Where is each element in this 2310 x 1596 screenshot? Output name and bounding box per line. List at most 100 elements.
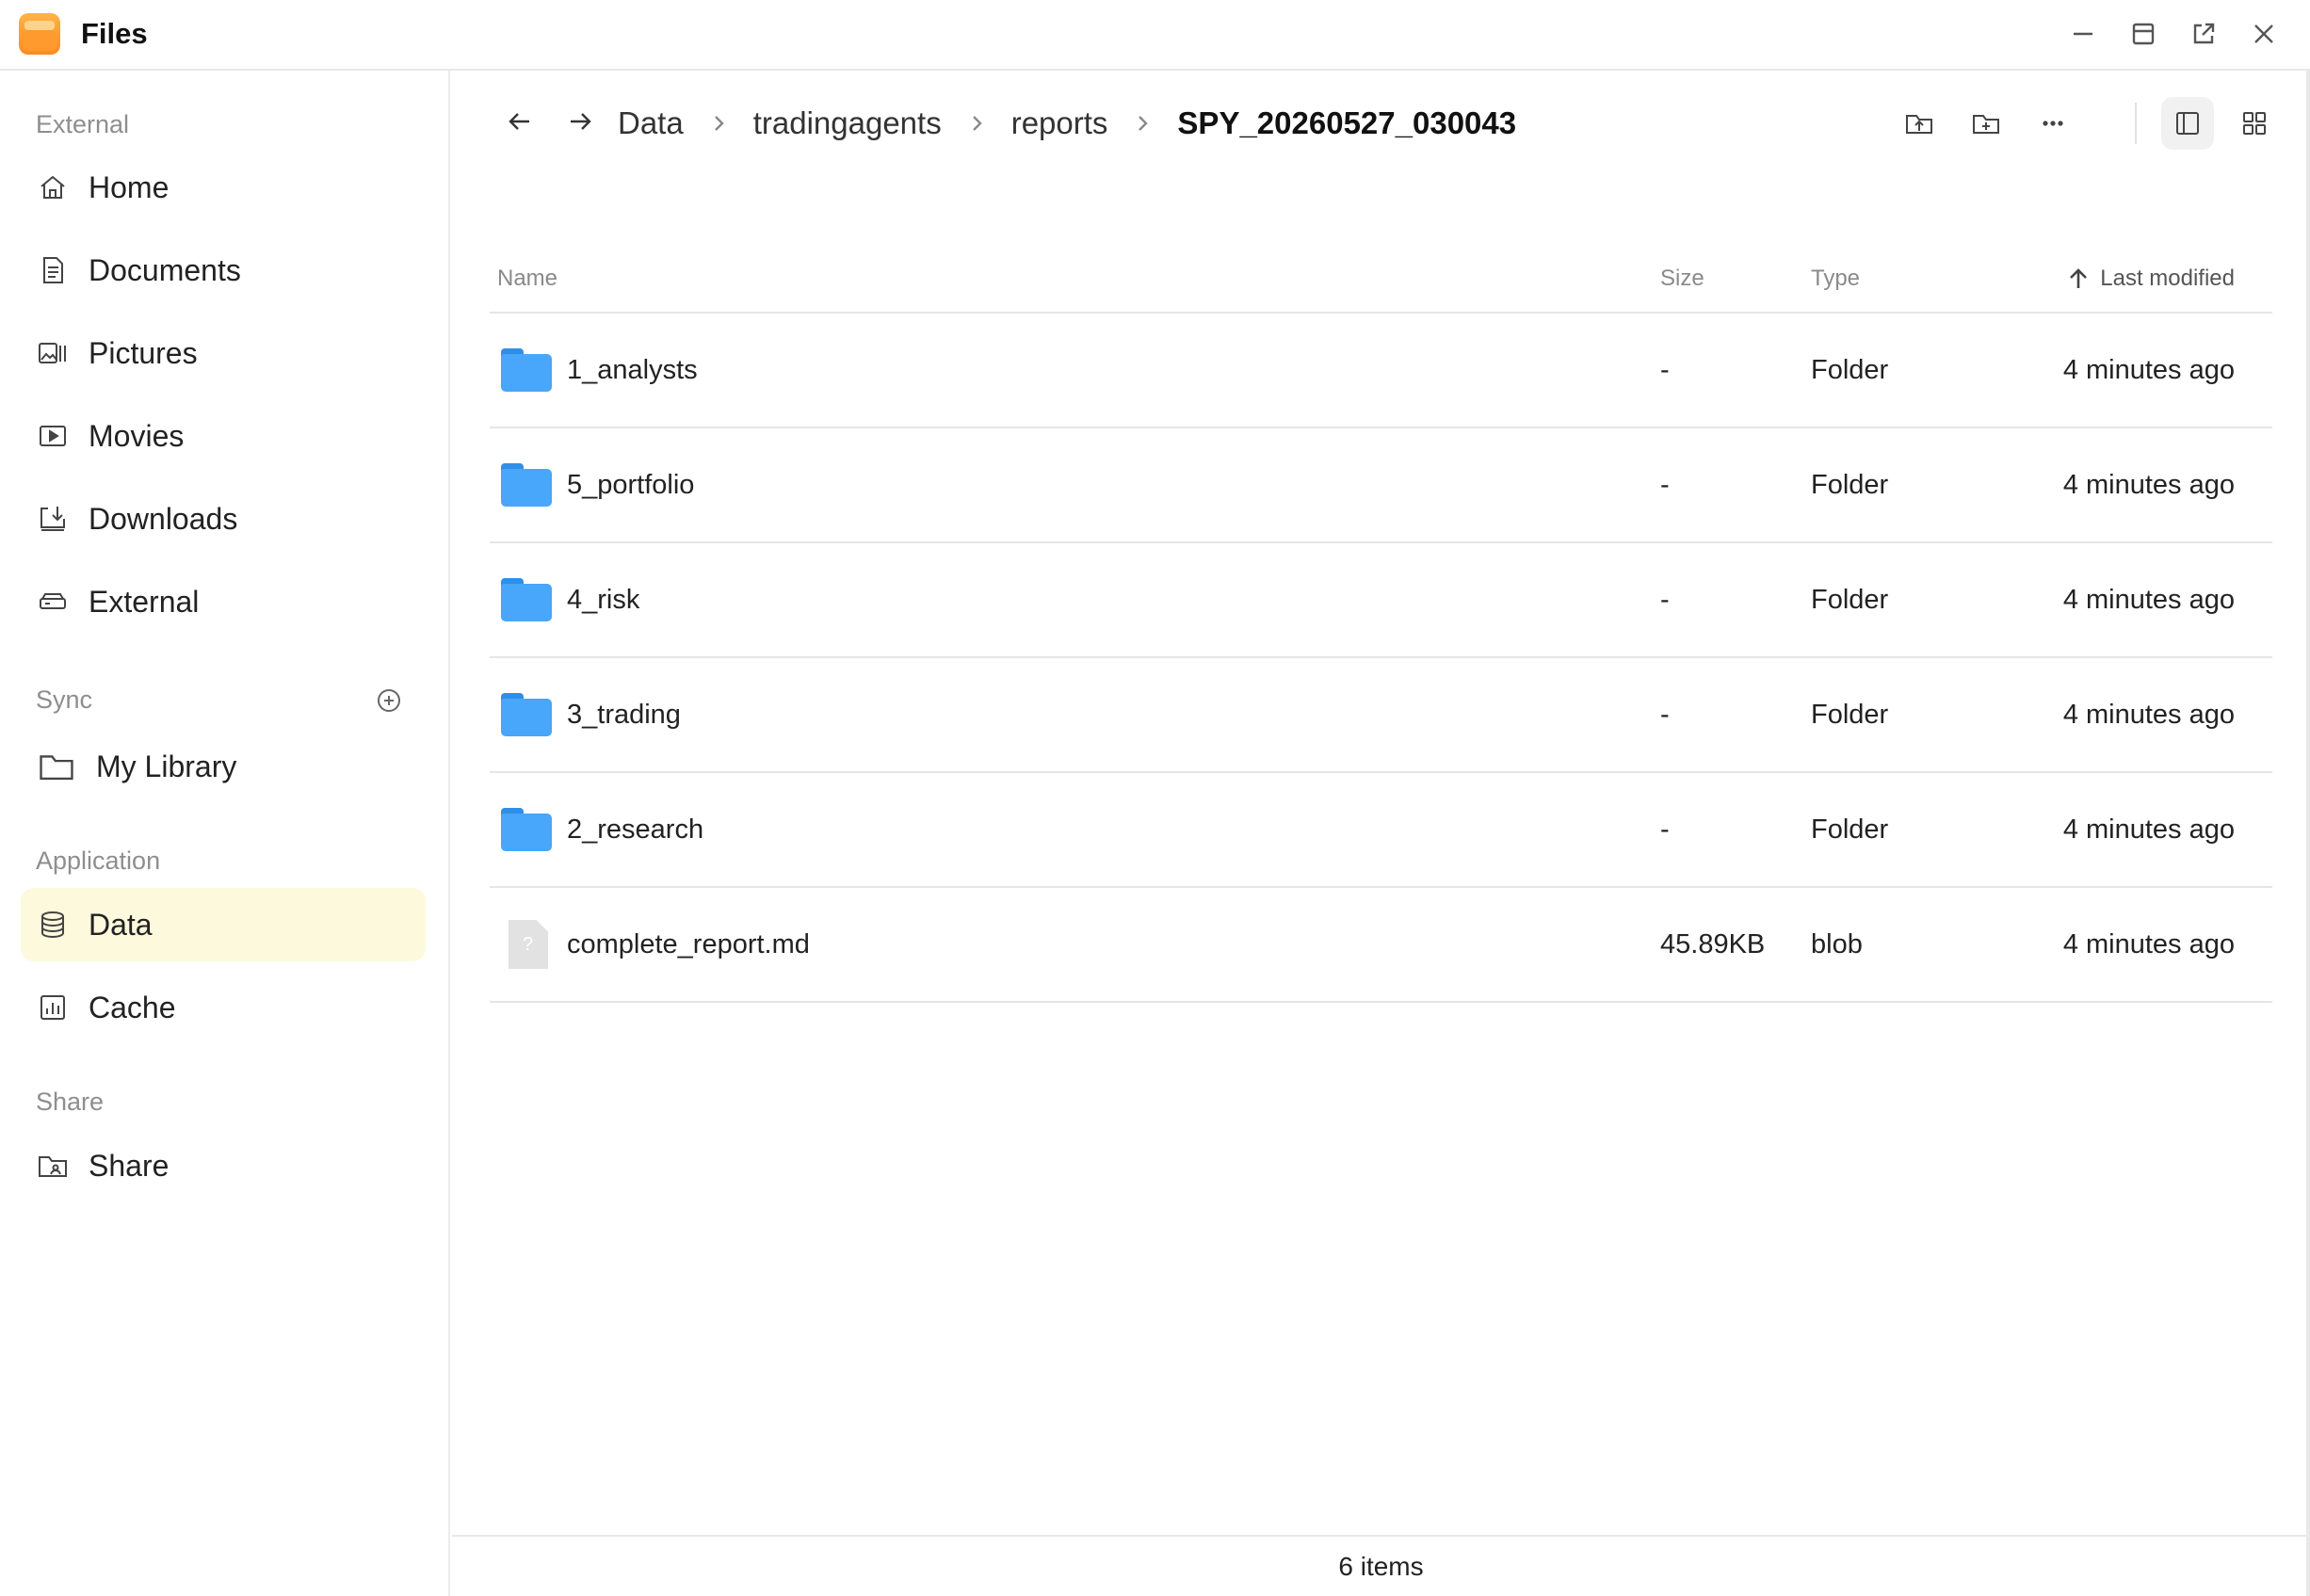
section-title-external: External xyxy=(36,110,130,138)
section-title-application: Application xyxy=(36,846,161,875)
sidebar-item-label: Data xyxy=(89,908,153,942)
sidebar-item-home[interactable]: Home xyxy=(21,151,426,224)
column-header-name[interactable]: Name xyxy=(497,264,557,294)
table-row[interactable]: ? complete_report.md 45.89KB blob 4 minut… xyxy=(490,888,2272,1003)
sidebar-item-share[interactable]: Share xyxy=(21,1129,426,1202)
minimize-button[interactable] xyxy=(2064,15,2102,53)
file-size: - xyxy=(1660,584,1670,615)
file-type: Folder xyxy=(1811,814,1889,845)
picture-icon xyxy=(36,336,70,370)
database-icon xyxy=(36,908,70,942)
add-sync-button[interactable] xyxy=(375,686,403,715)
upload-button[interactable] xyxy=(1893,97,1946,150)
sidebar-item-label: Home xyxy=(89,170,170,204)
sidebar-item-cache[interactable]: Cache xyxy=(21,971,426,1044)
breadcrumb-item-tradingagents[interactable]: tradingagents xyxy=(753,103,942,144)
file-name: 3_trading xyxy=(567,699,681,730)
cache-chart-icon xyxy=(36,991,70,1024)
title-bar: Files xyxy=(0,0,2310,71)
folder-upload-icon xyxy=(1906,115,1932,134)
more-horizontal-icon xyxy=(2043,121,2063,126)
back-button[interactable] xyxy=(501,103,539,140)
maximize-button[interactable] xyxy=(2124,15,2162,53)
sidebar-item-documents[interactable]: Documents xyxy=(21,234,426,307)
file-name: 1_analysts xyxy=(567,354,698,385)
main-panel: Data tradingagents reports SPY_20260527_… xyxy=(452,71,2310,1596)
forward-button[interactable] xyxy=(561,103,599,140)
file-name: 2_research xyxy=(567,814,704,845)
shared-folder-icon xyxy=(36,1149,70,1183)
folder-icon xyxy=(499,461,554,508)
file-name: complete_report.md xyxy=(567,928,810,959)
sidebar-item-label: External xyxy=(89,585,200,619)
table-row[interactable]: 4_risk - Folder 4 minutes ago xyxy=(490,543,2272,658)
sidebar-item-label: Share xyxy=(89,1149,170,1183)
grid-view-button[interactable] xyxy=(2228,97,2281,150)
breadcrumb-item-data[interactable]: Data xyxy=(618,103,684,144)
sidebar-item-label: Cache xyxy=(89,991,176,1024)
sort-ascending-icon xyxy=(2070,268,2088,288)
file-modified: 4 minutes ago xyxy=(2062,354,2235,385)
unknown-file-icon: ? xyxy=(499,920,554,969)
file-modified: 4 minutes ago xyxy=(2062,584,2235,615)
sidebar-item-label: Pictures xyxy=(89,336,198,370)
file-name: 5_portfolio xyxy=(567,469,695,500)
sidebar-item-my-library[interactable]: My Library xyxy=(21,730,426,803)
folder-icon xyxy=(499,691,554,738)
sidebar: External Home Documents Pictures Movies … xyxy=(0,71,450,1596)
sidebar-item-label: Documents xyxy=(89,253,241,287)
table-row[interactable]: 5_portfolio - Folder 4 minutes ago xyxy=(490,428,2272,543)
section-title-share: Share xyxy=(36,1088,105,1116)
open-external-button[interactable] xyxy=(2185,15,2222,53)
column-header-last-modified[interactable]: Last modified xyxy=(2066,264,2235,294)
folder-icon xyxy=(499,576,554,623)
download-icon xyxy=(36,502,70,536)
document-icon xyxy=(36,253,70,287)
files-app-icon xyxy=(19,13,60,55)
file-type: Folder xyxy=(1811,699,1889,730)
grid-icon xyxy=(2243,112,2266,135)
chevron-right-icon xyxy=(1128,109,1156,137)
close-button[interactable] xyxy=(2245,15,2283,53)
item-count: 6 items xyxy=(1338,1551,1424,1581)
file-type: Folder xyxy=(1811,469,1889,500)
file-size: - xyxy=(1660,354,1670,385)
more-options-button[interactable] xyxy=(2027,97,2079,150)
file-size: - xyxy=(1660,814,1670,845)
new-folder-button[interactable] xyxy=(1960,97,2012,150)
chevron-right-icon xyxy=(962,109,991,137)
list-view-button[interactable] xyxy=(2161,97,2214,150)
table-row[interactable]: 2_research - Folder 4 minutes ago xyxy=(490,773,2272,888)
file-modified: 4 minutes ago xyxy=(2062,699,2235,730)
sidebar-item-movies[interactable]: Movies xyxy=(21,399,426,473)
sidebar-item-downloads[interactable]: Downloads xyxy=(21,482,426,556)
table-row[interactable]: 3_trading - Folder 4 minutes ago xyxy=(490,658,2272,773)
table-header: Name Size Type Last modified xyxy=(490,184,2272,314)
external-link-icon xyxy=(2193,23,2215,44)
plus-circle-icon xyxy=(378,689,400,712)
column-header-label: Last modified xyxy=(2100,266,2235,291)
window-restore-icon xyxy=(2132,23,2155,45)
sidebar-item-pictures[interactable]: Pictures xyxy=(21,316,426,390)
breadcrumb-item-reports[interactable]: reports xyxy=(1011,103,1108,144)
arrow-right-icon xyxy=(571,113,591,130)
breadcrumb: Data tradingagents reports SPY_20260527_… xyxy=(618,103,1516,144)
section-title-sync: Sync xyxy=(36,685,93,714)
table-row[interactable]: 1_analysts - Folder 4 minutes ago xyxy=(490,314,2272,428)
column-header-size[interactable]: Size xyxy=(1660,264,1704,294)
file-size: 45.89KB xyxy=(1660,928,1766,959)
sidebar-item-label: My Library xyxy=(96,750,237,783)
file-size: - xyxy=(1660,469,1670,500)
minimize-icon xyxy=(2074,32,2092,36)
sidebar-item-data[interactable]: Data xyxy=(21,888,426,961)
file-modified: 4 minutes ago xyxy=(2062,928,2235,959)
file-type: Folder xyxy=(1811,354,1889,385)
file-name: 4_risk xyxy=(567,584,640,615)
folder-icon xyxy=(499,806,554,853)
file-type: blob xyxy=(1811,928,1863,959)
window-edge-scrollbar[interactable] xyxy=(2306,71,2310,1596)
sidebar-item-external[interactable]: External xyxy=(21,565,426,638)
toolbar-divider xyxy=(2135,103,2137,144)
column-header-type[interactable]: Type xyxy=(1811,264,1860,294)
breadcrumb-item-current[interactable]: SPY_20260527_030043 xyxy=(1177,103,1516,144)
